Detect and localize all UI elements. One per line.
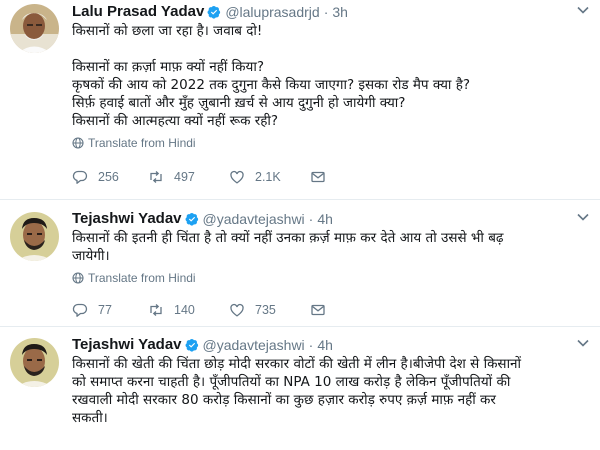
tweet-time[interactable]: 4h: [317, 211, 333, 227]
tweet-time[interactable]: 3h: [332, 4, 348, 20]
tweet-line: सिर्फ़ हवाई बातों और मुँह ज़ुबानी ख़र्च …: [72, 95, 406, 111]
tweet-text: किसानों की इतनी ही चिंता है तो क्यों नही…: [72, 229, 590, 265]
like-button[interactable]: 735: [229, 300, 276, 320]
tweet-header: Tejashwi Yadav @yadavtejashwi · 4h: [72, 336, 590, 353]
translate-link[interactable]: Translate from Hindi: [72, 135, 590, 151]
tweet-header: Lalu Prasad Yadav @laluprasadrjd · 3h: [72, 3, 590, 20]
tweet-line: किसानों की खेती की चिंता छोड़ मोदी सरकार…: [72, 356, 522, 372]
envelope-icon[interactable]: [310, 169, 326, 185]
tweet-actions: 256 497 2.1K: [72, 167, 590, 187]
avatar[interactable]: [10, 212, 59, 261]
like-count: 735: [255, 303, 276, 317]
tweet-line: किसानों की इतनी ही चिंता है तो क्यों नही…: [72, 230, 504, 246]
tweet-line: किसानों का क़र्ज़ा माफ़ क्यों नहीं किया?: [72, 59, 265, 75]
tweet-body: Lalu Prasad Yadav @laluprasadrjd · 3h कि…: [72, 3, 590, 187]
verified-badge-icon: [207, 5, 221, 19]
tweet-header: Tejashwi Yadav @yadavtejashwi · 4h: [72, 210, 590, 227]
verified-badge-icon: [185, 338, 198, 352]
like-count: 2.1K: [255, 170, 281, 184]
heart-icon: [230, 303, 244, 317]
tweet-tejashwi-1[interactable]: Tejashwi Yadav @yadavtejashwi · 4h किसान…: [0, 200, 600, 326]
like-button[interactable]: 2.1K: [229, 167, 281, 187]
reply-count: 256: [98, 170, 119, 184]
reply-count: 77: [98, 303, 112, 317]
reply-icon: [72, 303, 88, 317]
envelope-icon[interactable]: [310, 302, 326, 318]
tweet-line: को समाप्त करना चाहती है। पूँजीपतियों का …: [72, 374, 511, 390]
translate-link[interactable]: Translate from Hindi: [72, 270, 590, 286]
tweet-line: जायेगी।: [72, 248, 110, 264]
tweet-text: किसानों को छला जा रहा है। जवाब दो! किसान…: [72, 22, 590, 130]
chevron-down-icon[interactable]: [576, 210, 590, 224]
globe-icon: [72, 272, 84, 284]
retweet-icon: [150, 304, 162, 316]
author-name[interactable]: Lalu Prasad Yadav: [72, 3, 204, 20]
translate-label: Translate from Hindi: [88, 136, 196, 150]
tweet-body: Tejashwi Yadav @yadavtejashwi · 4h किसान…: [72, 210, 590, 320]
globe-icon: [72, 137, 84, 149]
retweet-icon: [150, 171, 162, 183]
author-handle[interactable]: @laluprasadrjd: [225, 4, 319, 20]
retweet-button[interactable]: 140: [148, 300, 195, 320]
tweet-feed: Lalu Prasad Yadav @laluprasadrjd · 3h कि…: [0, 0, 600, 450]
tweet-line: किसानों को छला जा रहा है। जवाब दो!: [72, 23, 263, 39]
heart-icon: [230, 170, 244, 184]
retweet-count: 140: [174, 303, 195, 317]
tweet-body: Tejashwi Yadav @yadavtejashwi · 4h किसान…: [72, 336, 590, 427]
retweet-count: 497: [174, 170, 195, 184]
separator-dot: ·: [308, 336, 314, 353]
retweet-button[interactable]: 497: [148, 167, 195, 187]
separator-dot: ·: [323, 3, 329, 20]
author-handle[interactable]: @yadavtejashwi: [203, 211, 305, 227]
separator-dot: ·: [308, 210, 314, 227]
author-name[interactable]: Tejashwi Yadav: [72, 210, 182, 227]
chevron-down-icon[interactable]: [576, 336, 590, 350]
tweet-tejashwi-2[interactable]: Tejashwi Yadav @yadavtejashwi · 4h किसान…: [0, 326, 600, 450]
verified-badge-icon: [185, 212, 198, 226]
tweet-line: कृषकों की आय को 2022 तक दुगुना कैसे किया…: [72, 77, 471, 93]
author-name[interactable]: Tejashwi Yadav: [72, 336, 182, 353]
tweet-actions: 77 140 735: [72, 300, 590, 320]
avatar[interactable]: [10, 4, 59, 53]
reply-button[interactable]: 256: [72, 167, 119, 187]
avatar[interactable]: [10, 338, 59, 387]
translate-label: Translate from Hindi: [88, 271, 196, 285]
chevron-down-icon[interactable]: [576, 3, 590, 17]
tweet-lalu[interactable]: Lalu Prasad Yadav @laluprasadrjd · 3h कि…: [0, 0, 600, 200]
tweet-line: सकती।: [72, 410, 108, 426]
reply-button[interactable]: 77: [72, 300, 112, 320]
reply-icon: [72, 170, 88, 184]
author-handle[interactable]: @yadavtejashwi: [203, 337, 305, 353]
tweet-text: किसानों की खेती की चिंता छोड़ मोदी सरकार…: [72, 355, 590, 427]
tweet-line: किसानों की आत्महत्या क्यों नहीं रूक रही?: [72, 113, 279, 129]
tweet-time[interactable]: 4h: [317, 337, 333, 353]
tweet-line: रखवाली मोदी सरकार 80 करोड़ किसानों का कु…: [72, 392, 496, 408]
